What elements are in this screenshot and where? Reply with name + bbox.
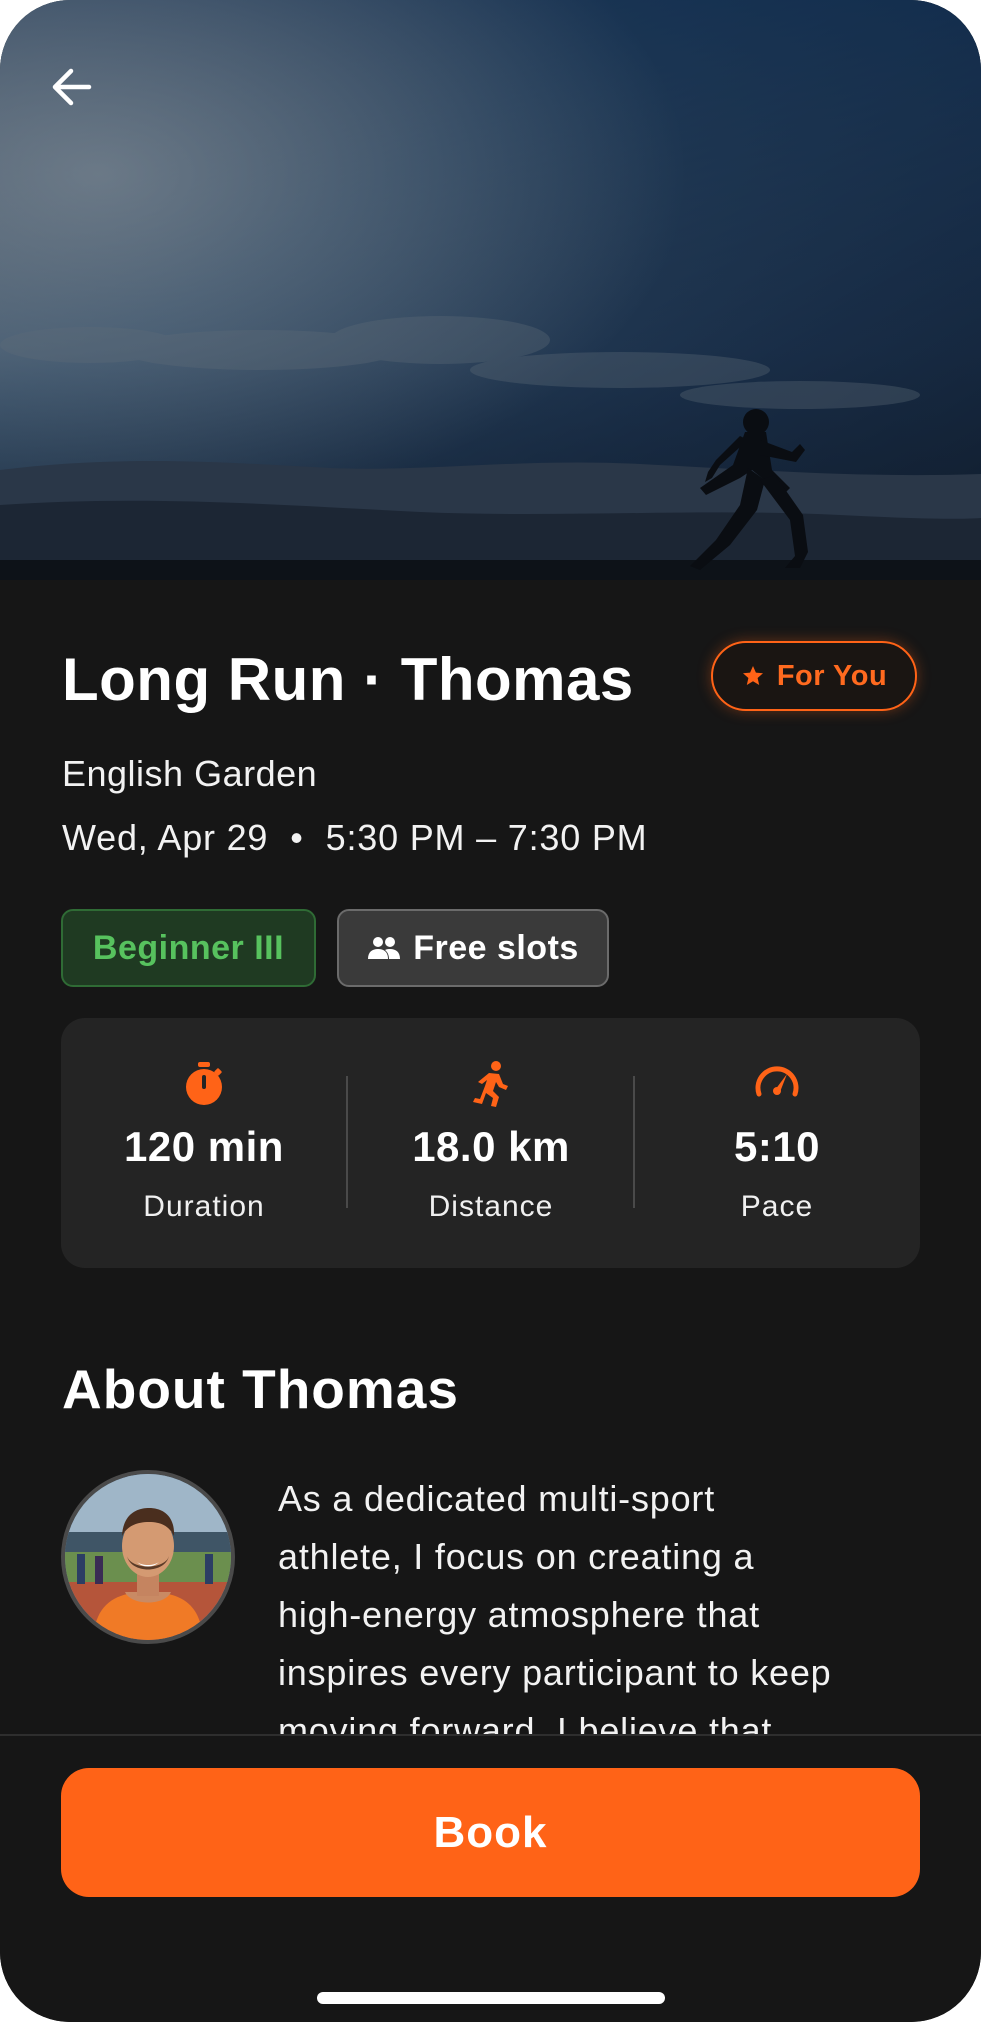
stat-value: 18.0 km [412, 1123, 570, 1170]
level-badge: Beginner III [61, 909, 316, 987]
runner-silhouette-image [0, 0, 981, 580]
stat-label: Duration [143, 1190, 265, 1223]
stat-value: 5:10 [733, 1123, 821, 1170]
home-indicator[interactable] [317, 1992, 665, 2004]
coach-photo [65, 1474, 231, 1640]
people-icon [368, 937, 401, 959]
stat-duration: 120 min Duration [61, 1018, 347, 1268]
bio-line: As a dedicated multi-sport [278, 1478, 715, 1519]
stat-distance: 18.0 km Distance [348, 1018, 634, 1268]
arrow-left-icon [52, 68, 92, 106]
speedometer-icon [755, 1066, 799, 1097]
about-section-title: About Thomas [62, 1358, 459, 1420]
event-title: Long Run · Thomas [62, 646, 634, 713]
stat-pace: 5:10 Pace [634, 1018, 920, 1268]
datetime-separator: • [290, 817, 304, 858]
bottom-action-bar: Book [0, 1734, 981, 2022]
event-date: Wed, Apr 29 [62, 817, 269, 858]
free-slots-label: Free slots [413, 928, 579, 967]
coach-bio: As a dedicated multi-sport athlete, I fo… [278, 1470, 938, 1760]
star-icon [742, 666, 763, 685]
event-location: English Garden [62, 753, 318, 794]
event-datetime: Wed, Apr 29 • 5:30 PM – 7:30 PM [62, 817, 647, 859]
coach-avatar[interactable] [61, 1470, 235, 1644]
book-button[interactable]: Book [61, 1768, 920, 1897]
event-time: 5:30 PM – 7:30 PM [325, 817, 648, 858]
bio-line: high-energy atmosphere that [278, 1594, 760, 1635]
for-you-badge[interactable]: For You [711, 641, 917, 711]
app-screen: Long Run · Thomas For You English Garden… [0, 0, 981, 2022]
back-button[interactable] [36, 52, 106, 122]
hero-image [0, 0, 981, 580]
running-person-icon [473, 1061, 508, 1107]
bio-line: athlete, I focus on creating a [278, 1536, 755, 1577]
free-slots-badge: Free slots [337, 909, 609, 987]
stats-card: 120 min Duration 18.0 km Distance 5:10 P… [61, 1018, 920, 1268]
bio-line: inspires every participant to keep [278, 1652, 832, 1693]
for-you-label: For You [776, 659, 888, 692]
stat-label: Distance [428, 1190, 554, 1223]
stopwatch-icon [186, 1062, 222, 1105]
stat-label: Pace [740, 1190, 814, 1223]
stat-value: 120 min [124, 1123, 284, 1170]
